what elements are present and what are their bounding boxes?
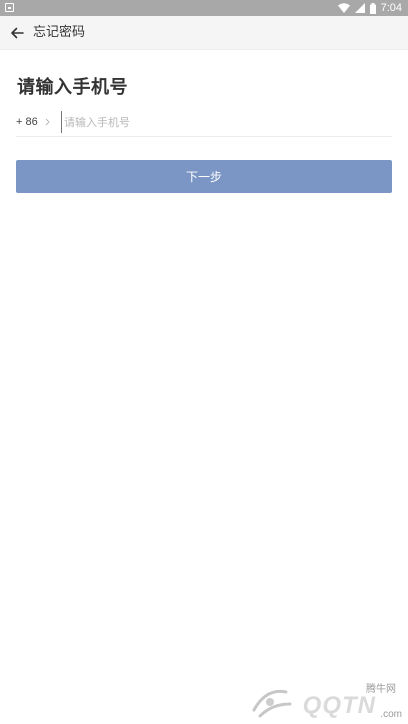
next-step-button[interactable]: 下一步 — [16, 160, 392, 193]
watermark-logo-icon — [252, 689, 292, 718]
phone-input-row: + 86 — [16, 108, 392, 137]
watermark-brand: QQTN — [302, 692, 376, 719]
battery-icon — [369, 2, 376, 14]
arrow-left-icon — [11, 27, 24, 39]
watermark-domain: .com — [380, 709, 402, 720]
notification-icon — [5, 3, 14, 12]
forgot-password-screen: 7:04 忘记密码 请输入手机号 + 86 下一步 腾牛网 QQT — [0, 0, 408, 724]
chevron-right-icon — [45, 118, 50, 126]
back-button[interactable] — [6, 22, 28, 44]
cell-signal-icon — [354, 3, 365, 13]
status-icons: 7:04 — [337, 0, 402, 16]
status-bar: 7:04 — [0, 0, 408, 16]
toolbar: 忘记密码 — [0, 16, 408, 50]
phone-number-input[interactable] — [61, 111, 384, 133]
wifi-icon — [337, 3, 350, 13]
status-time: 7:04 — [380, 2, 402, 14]
watermark: 腾牛网 QQTN .com — [246, 680, 406, 722]
country-code-label: + 86 — [16, 116, 38, 128]
phone-heading: 请输入手机号 — [17, 77, 128, 98]
page-title: 忘记密码 — [33, 25, 86, 40]
country-code-selector[interactable]: + 86 — [16, 108, 50, 136]
